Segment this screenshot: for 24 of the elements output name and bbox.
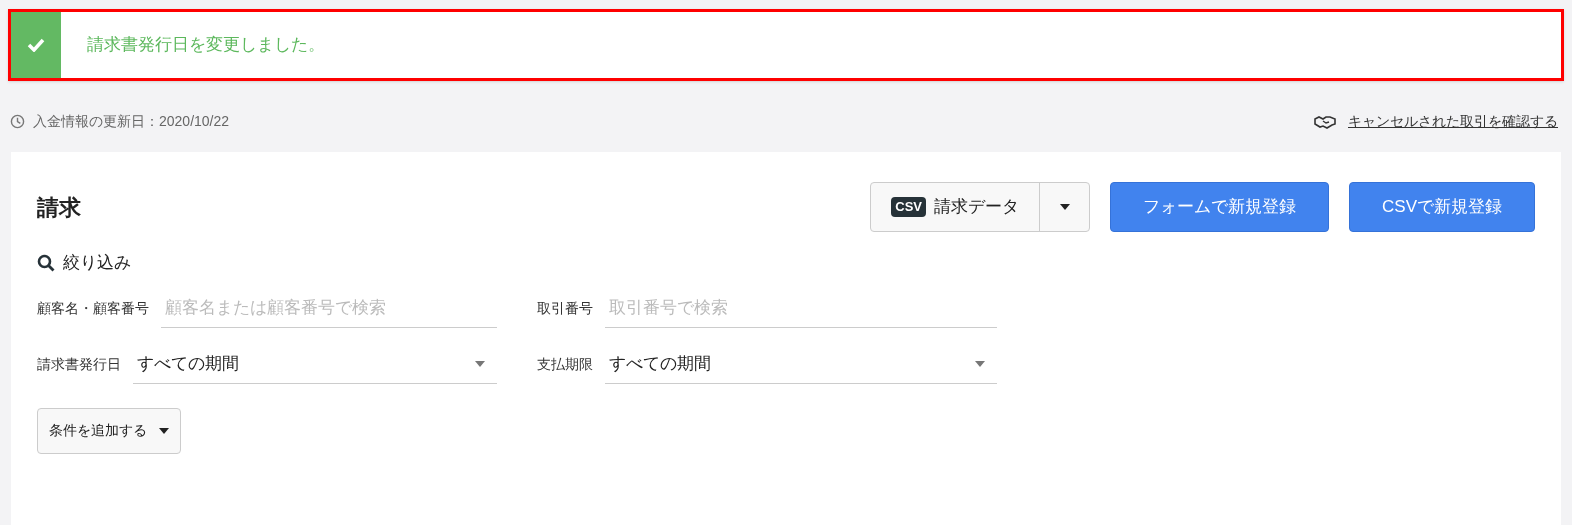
caret-icon [159, 427, 169, 434]
csv-badge: CSV [891, 197, 927, 217]
check-icon [27, 38, 45, 52]
field-label: 支払期限 [537, 355, 593, 374]
period-select[interactable]: すべての期間 [605, 345, 997, 384]
register-button[interactable]: CSVで新規登録 [1349, 182, 1535, 232]
caret-icon [975, 361, 985, 367]
search-field[interactable]: 顧客名または顧客番号で検索 [161, 289, 497, 328]
update-date: 入金情報の更新日：2020/10/22 [33, 112, 230, 131]
panel-title: 請求 [37, 193, 81, 222]
add-condition-button[interactable]: 条件を追加する [37, 407, 181, 454]
field-label: 請求書発行日 [37, 355, 121, 374]
field-label: 顧客名・顧客番号 [37, 299, 149, 318]
register-button[interactable]: フォームで新規登録 [1110, 182, 1330, 232]
search-icon [37, 253, 55, 272]
field-label: 取引番号 [537, 299, 593, 318]
alert-message: 請求書発行日を変更しました。 [87, 34, 325, 57]
period-select[interactable]: すべての期間 [133, 345, 497, 384]
clock-icon [10, 114, 25, 129]
caret-icon [475, 361, 485, 367]
cancelled-deals-link[interactable]: キャンセルされた取引を確認する [1348, 111, 1558, 132]
caret-icon [1059, 204, 1070, 210]
search-field[interactable]: 取引番号で検索 [605, 289, 997, 328]
filter-title: 絞り込み [63, 252, 131, 274]
